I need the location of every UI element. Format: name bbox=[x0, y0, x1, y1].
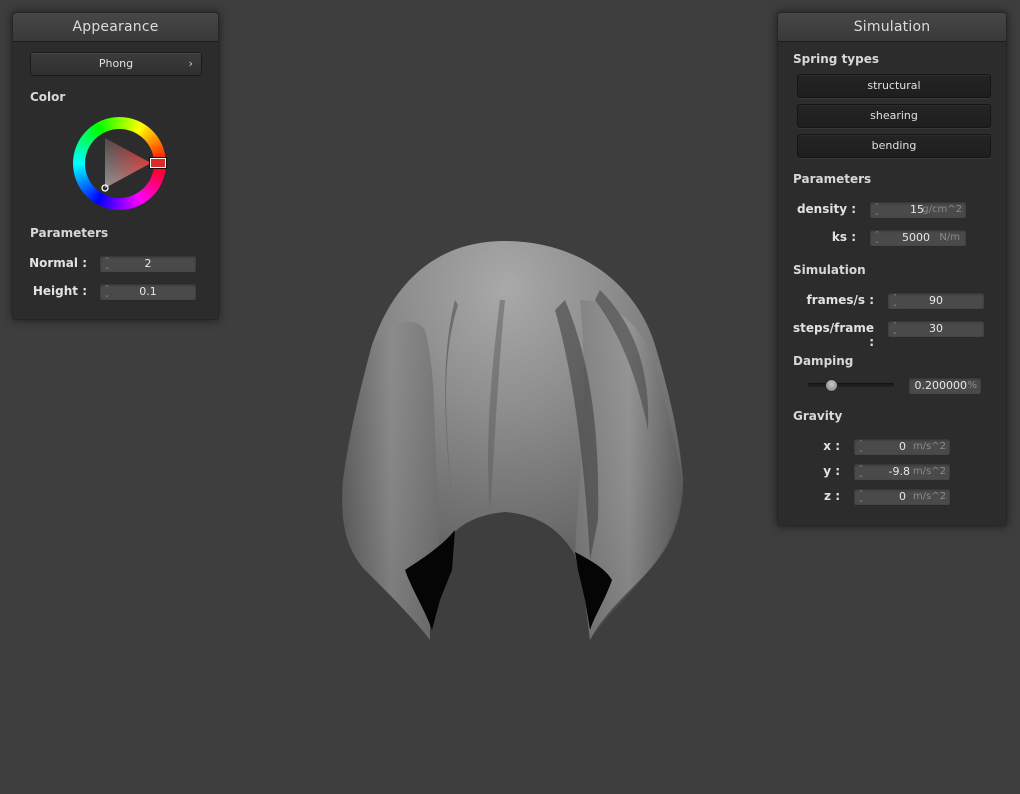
bending-button[interactable]: bending bbox=[797, 134, 991, 158]
appearance-panel-title[interactable]: Appearance bbox=[13, 13, 218, 42]
damping-value: 0.200000 bbox=[914, 379, 968, 392]
appearance-parameters-title: Parameters bbox=[30, 226, 109, 240]
gravity-y-label: y : bbox=[823, 464, 840, 478]
normal-field[interactable]: ⌃ ⌄ 2 bbox=[99, 255, 197, 273]
spinner-icon[interactable]: ⌃ ⌄ bbox=[874, 203, 882, 217]
shader-select[interactable]: Phong › bbox=[30, 52, 202, 76]
simulation-panel-title[interactable]: Simulation bbox=[778, 13, 1006, 42]
frames-value: 90 bbox=[929, 294, 943, 307]
gravity-y-value: -9.8 bbox=[888, 465, 910, 478]
normal-value: 2 bbox=[144, 257, 152, 270]
gravity-title: Gravity bbox=[793, 409, 843, 423]
ks-unit: N/m bbox=[939, 232, 960, 243]
frames-label: frames/s : bbox=[806, 293, 874, 307]
height-value: 0.1 bbox=[139, 285, 157, 298]
gravity-z-unit: m/s^2 bbox=[912, 491, 946, 502]
gravity-z-field[interactable]: ⌃ ⌄ 0 m/s^2 bbox=[853, 488, 951, 506]
shader-select-label: Phong bbox=[98, 57, 134, 70]
spinner-icon[interactable]: ⌃ ⌄ bbox=[858, 465, 866, 479]
spinner-icon[interactable]: ⌃ ⌄ bbox=[874, 231, 882, 245]
ks-value: 5000 bbox=[902, 231, 930, 244]
color-wheel[interactable] bbox=[73, 117, 166, 210]
damping-title: Damping bbox=[793, 354, 854, 368]
shearing-button[interactable]: shearing bbox=[797, 104, 991, 128]
gravity-x-label: x : bbox=[823, 439, 840, 453]
simulation-parameters-title: Parameters bbox=[793, 172, 872, 186]
spinner-icon[interactable]: ⌃ ⌄ bbox=[858, 440, 866, 454]
gravity-z-label: z : bbox=[824, 489, 840, 503]
gravity-z-value: 0 bbox=[899, 490, 906, 503]
frames-field[interactable]: ⌃ ⌄ 90 bbox=[887, 292, 985, 310]
spring-types-title: Spring types bbox=[793, 52, 880, 66]
gravity-x-value: 0 bbox=[899, 440, 906, 453]
hue-handle[interactable] bbox=[150, 158, 166, 168]
structural-button[interactable]: structural bbox=[797, 74, 991, 98]
gravity-x-unit: m/s^2 bbox=[912, 441, 946, 452]
gravity-y-field[interactable]: ⌃ ⌄ -9.8 m/s^2 bbox=[853, 463, 951, 481]
damping-slider[interactable] bbox=[808, 379, 894, 392]
steps-label: steps/frame : bbox=[792, 321, 874, 349]
damping-field[interactable]: 0.200000 % bbox=[908, 377, 982, 395]
height-label: Height : bbox=[32, 284, 87, 298]
density-label: density : bbox=[796, 202, 856, 216]
steps-field[interactable]: ⌃ ⌄ 30 bbox=[887, 320, 985, 338]
3d-viewport[interactable]: Appearance Phong › Color Parameters Norm… bbox=[0, 0, 1020, 794]
damping-unit: % bbox=[967, 380, 977, 391]
density-unit: g/cm^2 bbox=[922, 204, 962, 215]
chevron-right-icon: › bbox=[188, 57, 193, 70]
spinner-icon[interactable]: ⌃ ⌄ bbox=[858, 490, 866, 504]
simulation-section-title: Simulation bbox=[793, 263, 866, 277]
damping-slider-knob[interactable] bbox=[825, 379, 838, 392]
simulation-panel: Simulation Spring types structural shear… bbox=[777, 12, 1007, 526]
color-section-title: Color bbox=[30, 90, 66, 104]
ks-label: ks : bbox=[831, 230, 856, 244]
appearance-panel: Appearance Phong › Color Parameters Norm… bbox=[12, 12, 219, 320]
ks-field[interactable]: ⌃ ⌄ 5000 N/m bbox=[869, 229, 967, 247]
density-field[interactable]: ⌃ ⌄ 15 g/cm^2 bbox=[869, 201, 967, 219]
gravity-x-field[interactable]: ⌃ ⌄ 0 m/s^2 bbox=[853, 438, 951, 456]
steps-value: 30 bbox=[929, 322, 943, 335]
height-field[interactable]: ⌃ ⌄ 0.1 bbox=[99, 283, 197, 301]
gravity-y-unit: m/s^2 bbox=[912, 466, 946, 477]
normal-label: Normal : bbox=[29, 256, 87, 270]
